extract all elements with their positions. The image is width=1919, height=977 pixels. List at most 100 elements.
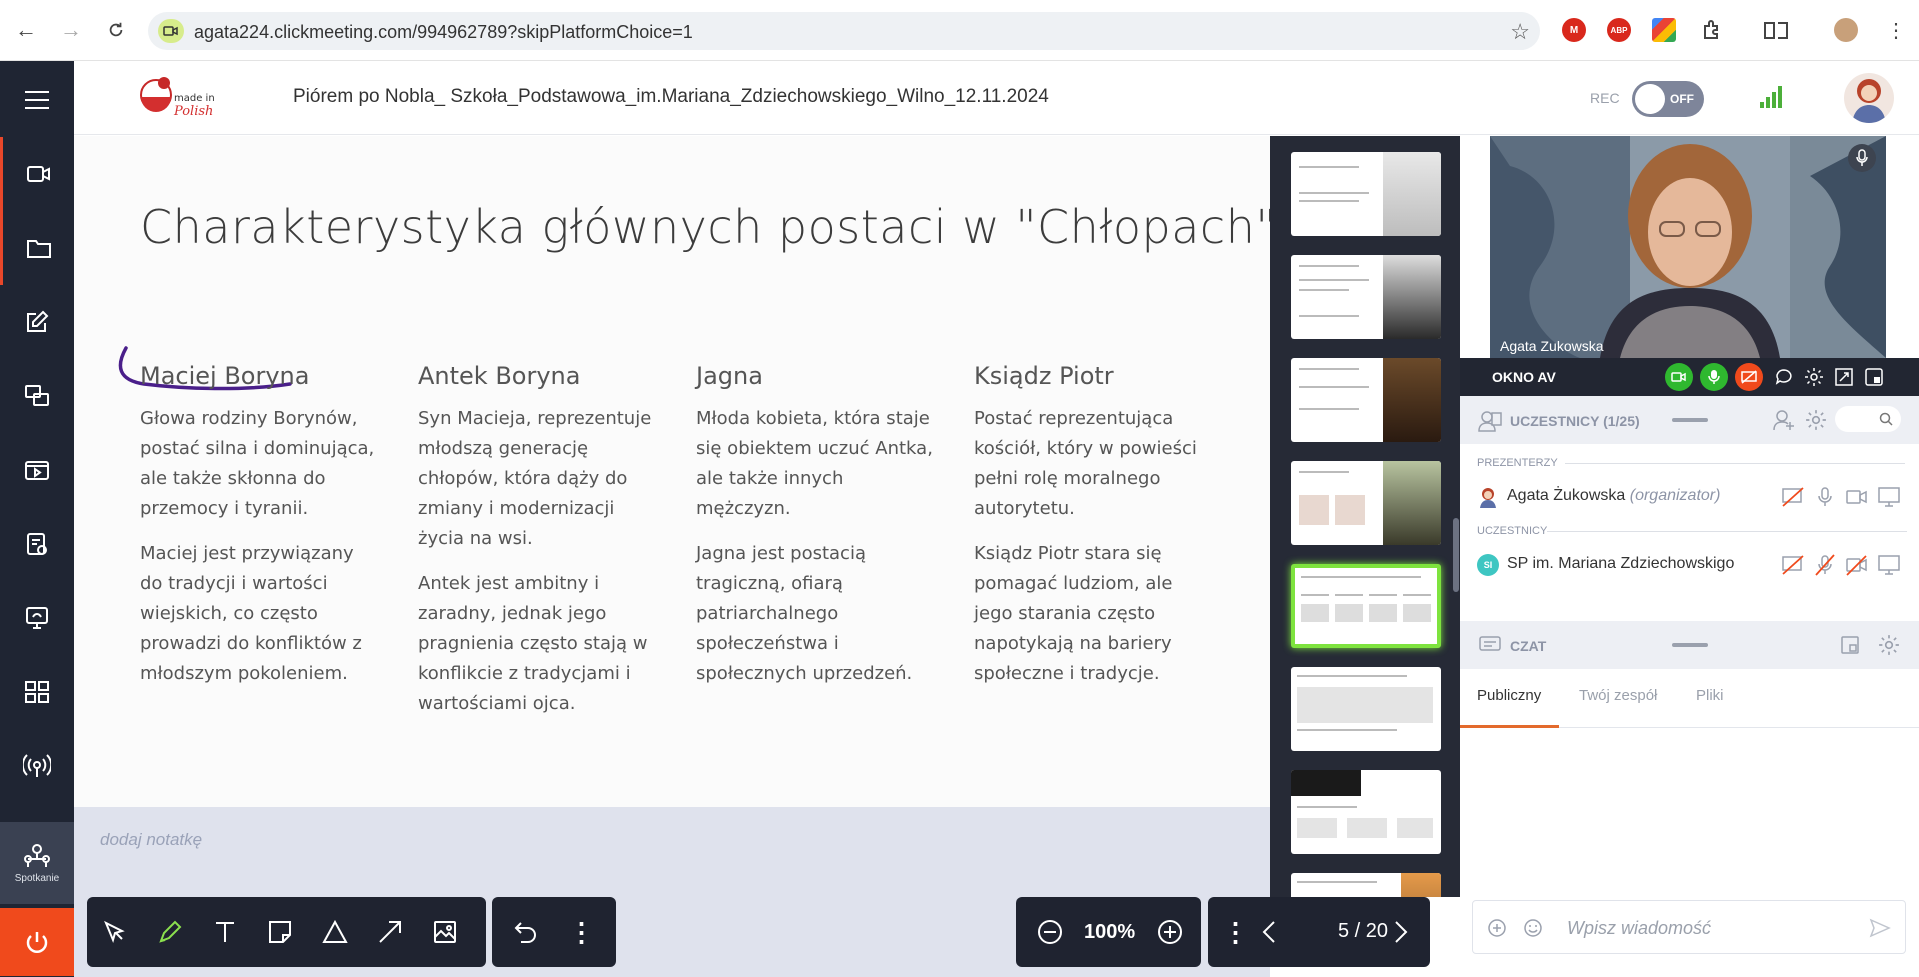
zoom-out-icon[interactable]: [1022, 897, 1077, 967]
text-tool-icon[interactable]: [197, 897, 252, 967]
zoom-in-icon[interactable]: [1142, 897, 1197, 967]
chat-tab-files[interactable]: Pliki: [1696, 687, 1724, 704]
sidebar-edit-icon[interactable]: [0, 285, 74, 359]
chat-bubble-icon[interactable]: [1770, 363, 1798, 391]
presenter-name-line: Agata Żukowska (organizator): [1507, 487, 1720, 505]
menu-hamburger-icon[interactable]: [0, 63, 74, 137]
chat-settings-gear-icon[interactable]: [1878, 634, 1900, 656]
bookmark-star-icon[interactable]: ☆: [1510, 19, 1530, 45]
user-avatar[interactable]: [1844, 73, 1894, 123]
camera-site-icon[interactable]: [158, 19, 184, 43]
zoom-toolbar: 100%: [1016, 897, 1201, 967]
chat-header[interactable]: CZAT: [1460, 621, 1919, 669]
pen-tool-icon[interactable]: [142, 897, 197, 967]
participant-row-presenter[interactable]: Agata Żukowska (organizator): [1477, 482, 1907, 512]
slide-thumbnail[interactable]: [1291, 461, 1441, 545]
participant-screen-icon[interactable]: [1877, 486, 1901, 508]
chat-input-placeholder[interactable]: Wpisz wiadomość: [1567, 918, 1711, 939]
slide-thumbnail[interactable]: [1291, 770, 1441, 854]
meeting-header: made in Polish Piórem po Nobla_ Szkoła_P…: [74, 61, 1919, 135]
slide-thumbnail[interactable]: [1291, 255, 1441, 339]
attendee-mic-muted-icon[interactable]: [1813, 554, 1837, 576]
screenshare-disabled-icon[interactable]: [1781, 486, 1805, 508]
prev-page-icon[interactable]: [1244, 897, 1294, 967]
camera-on-icon[interactable]: [1665, 363, 1693, 391]
reload-icon[interactable]: [100, 14, 132, 46]
sidebar-survey-icon[interactable]: [0, 507, 74, 581]
character-description: Jagna jest postacią tragiczną, ofiarą pa…: [696, 543, 913, 684]
slide-thumbnail-current[interactable]: [1291, 564, 1441, 648]
rec-label: REC: [1590, 90, 1620, 106]
screenshare-off-icon[interactable]: [1735, 363, 1763, 391]
attendee-screenshare-disabled-icon[interactable]: [1781, 554, 1805, 576]
sidebar-screenshare-icon[interactable]: [0, 359, 74, 433]
av-popout-icon[interactable]: [1830, 363, 1858, 391]
sidebar-apps-icon[interactable]: [0, 655, 74, 729]
profile-avatar-icon[interactable]: [1834, 18, 1858, 42]
arrow-line-icon[interactable]: [362, 897, 417, 967]
sidebar-video-icon[interactable]: [0, 137, 74, 211]
av-settings-gear-icon[interactable]: [1800, 363, 1828, 391]
reading-list-icon[interactable]: [1760, 14, 1792, 46]
participant-row-attendee[interactable]: SI SP im. Mariana Zdziechowskigo: [1477, 550, 1907, 580]
shape-tool-icon[interactable]: [307, 897, 362, 967]
chat-message-input[interactable]: Wpisz wiadomość: [1472, 900, 1906, 954]
sidebar-meeting-tab[interactable]: Spotkanie: [0, 822, 74, 904]
participant-camera-icon[interactable]: [1845, 486, 1869, 508]
sidebar-whiteboard-icon[interactable]: [0, 581, 74, 655]
more-options-icon[interactable]: ⋮: [554, 897, 609, 967]
slide-thumbnail[interactable]: [1291, 152, 1441, 236]
send-message-icon[interactable]: [1869, 917, 1891, 939]
extension-m-icon[interactable]: M: [1562, 18, 1586, 42]
chat-title: CZAT: [1510, 638, 1547, 654]
extensions-puzzle-icon[interactable]: [1696, 14, 1728, 46]
address-bar[interactable]: agata224.clickmeeting.com/994962789?skip…: [148, 12, 1540, 50]
attendee-camera-off-icon[interactable]: [1845, 554, 1869, 576]
participant-mic-icon[interactable]: [1813, 486, 1837, 508]
chat-collapse-handle[interactable]: [1672, 643, 1708, 647]
add-participant-icon[interactable]: [1772, 408, 1796, 432]
insert-image-icon[interactable]: [417, 897, 472, 967]
participants-header[interactable]: UCZESTNICY (1/25): [1460, 396, 1919, 444]
participants-settings-gear-icon[interactable]: [1805, 409, 1827, 431]
av-layout-icon[interactable]: [1860, 363, 1888, 391]
back-icon[interactable]: ←: [10, 14, 42, 46]
slide-thumbnail[interactable]: [1291, 358, 1441, 442]
video-mic-icon[interactable]: [1848, 144, 1876, 172]
attendee-screen-icon[interactable]: [1877, 554, 1901, 576]
undo-icon[interactable]: [498, 897, 553, 967]
chat-tab-team[interactable]: Twój zespół: [1579, 687, 1657, 704]
chat-popout-icon[interactable]: [1840, 635, 1860, 655]
character-column: Jagna Młoda kobieta, która staje się obi…: [696, 362, 934, 704]
toggle-knob: [1635, 84, 1665, 114]
participants-search-input[interactable]: [1835, 406, 1901, 432]
leave-power-button[interactable]: [0, 908, 74, 976]
recording-toggle[interactable]: OFF: [1632, 81, 1704, 117]
attendee-name: SP im. Mariana Zdziechowskigo: [1507, 555, 1735, 572]
thumbnails-scrollbar[interactable]: [1453, 518, 1459, 592]
slide-thumbnail[interactable]: [1291, 873, 1441, 897]
forward-icon[interactable]: →: [55, 14, 87, 46]
sidebar-broadcast-icon[interactable]: [0, 729, 74, 803]
slide-thumbnail[interactable]: [1291, 667, 1441, 751]
sidebar-folder-icon[interactable]: [0, 211, 74, 285]
url-text[interactable]: agata224.clickmeeting.com/994962789?skip…: [194, 22, 693, 43]
sticky-note-icon[interactable]: [252, 897, 307, 967]
browser-toolbar: ← → agata224.clickmeeting.com/994962789?…: [0, 0, 1919, 61]
connection-signal-icon[interactable]: [1760, 86, 1786, 108]
adblock-icon[interactable]: ABP: [1607, 18, 1631, 42]
character-description: Postać reprezentująca kościół, który w p…: [974, 408, 1197, 519]
add-attachment-icon[interactable]: [1487, 918, 1507, 938]
presentation-slide[interactable]: Charakterystyka głównych postaci w "Chło…: [74, 136, 1277, 807]
emoji-icon[interactable]: [1523, 918, 1543, 938]
chat-tab-public[interactable]: Publiczny: [1477, 687, 1541, 704]
presenter-video[interactable]: Agata Zukowska: [1490, 136, 1886, 358]
select-pointer-icon[interactable]: [87, 897, 142, 967]
notes-placeholder[interactable]: dodaj notatkę: [100, 830, 202, 850]
browser-menu-icon[interactable]: ⋮: [1880, 14, 1912, 46]
google-extension-icon[interactable]: [1652, 18, 1676, 42]
page-toolbar: ⋮: [1208, 897, 1430, 967]
participants-collapse-handle[interactable]: [1672, 418, 1708, 422]
sidebar-media-icon[interactable]: [0, 433, 74, 507]
microphone-on-icon[interactable]: [1700, 363, 1728, 391]
